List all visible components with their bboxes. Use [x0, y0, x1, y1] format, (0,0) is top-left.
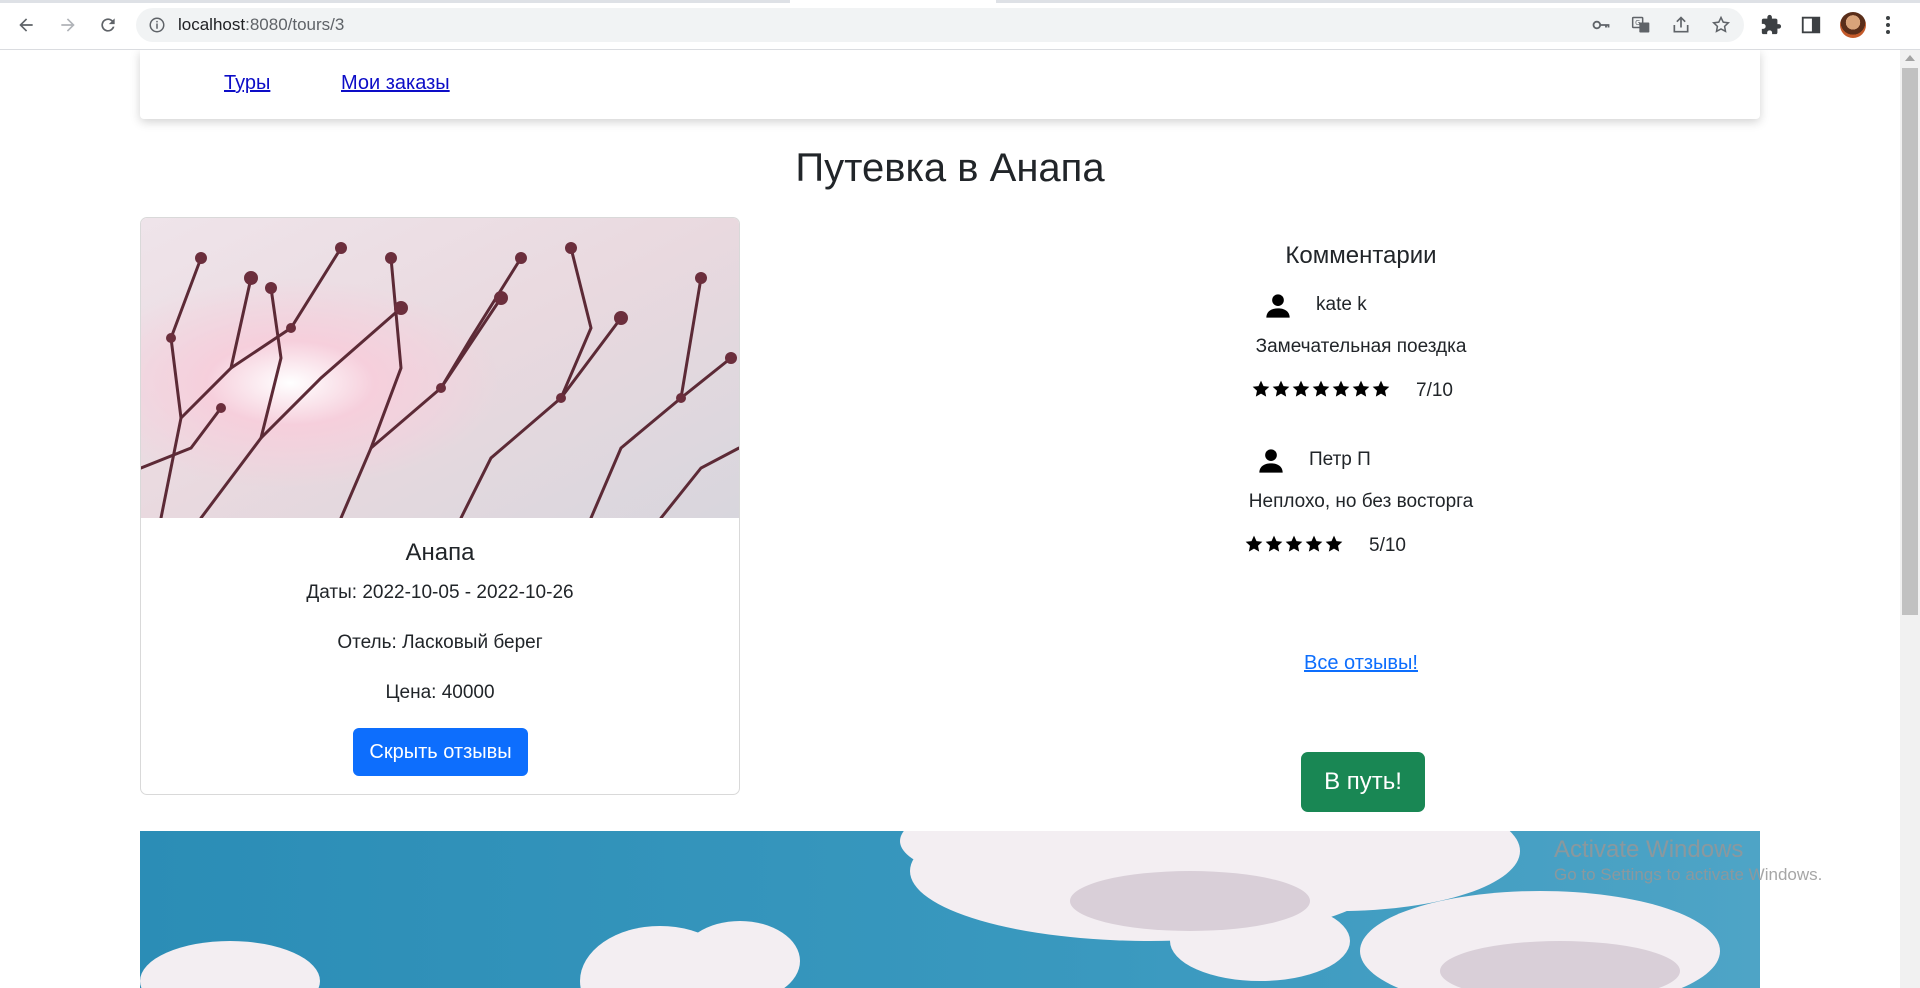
star-icon: [1312, 380, 1330, 397]
user-icon: [1259, 449, 1283, 473]
nav-link-tours[interactable]: Туры: [224, 72, 270, 95]
watermark-subtitle: Go to Settings to activate Windows.: [1554, 865, 1823, 884]
star-icon: [1352, 380, 1370, 397]
star-icon: [1325, 535, 1343, 552]
all-reviews-link[interactable]: Все отзывы!: [1160, 652, 1562, 675]
address-bar[interactable]: localhost:8080/tours/3 G: [136, 8, 1744, 42]
user-icon: [1266, 294, 1290, 318]
more-icon[interactable]: [1882, 14, 1894, 36]
avatar[interactable]: [1840, 12, 1866, 38]
rating-stars: [1244, 533, 1344, 555]
top-navbar: Туры Мои заказы: [140, 50, 1760, 119]
tab-strip: [0, 0, 1920, 3]
tour-card: Анапа Даты: 2022-10-05 - 2022-10-26 Отел…: [140, 217, 740, 795]
star-icon: [1272, 380, 1290, 397]
side-panel-icon[interactable]: [1800, 14, 1822, 36]
tour-dates: Даты: 2022-10-05 - 2022-10-26: [306, 582, 574, 603]
book-tour-button[interactable]: В путь!: [1301, 752, 1425, 812]
url-host: localhost: [178, 15, 246, 34]
browser-toolbar: localhost:8080/tours/3 G: [0, 0, 1920, 50]
star-icon: [1265, 535, 1283, 552]
page-scrollbar[interactable]: [1900, 50, 1920, 988]
key-icon[interactable]: [1591, 15, 1611, 35]
scrollbar-thumb[interactable]: [1902, 68, 1918, 615]
star-icon: [1332, 380, 1350, 397]
star-icon: [1292, 380, 1310, 397]
svg-text:G: G: [1635, 19, 1640, 27]
comment-text: Замечательная поездка: [1255, 336, 1467, 357]
back-icon[interactable]: [12, 11, 40, 39]
url-path: :8080/tours/3: [245, 15, 345, 34]
star-icon: [1372, 380, 1390, 397]
info-icon[interactable]: [148, 16, 166, 34]
hide-reviews-button[interactable]: Скрыть отзывы: [353, 728, 528, 776]
comment-author-name: Петр П: [1309, 449, 1371, 470]
tour-price: Цена: 40000: [385, 682, 495, 703]
star-icon: [1245, 535, 1263, 552]
tour-hotel: Отель: Ласковый берег: [337, 632, 543, 653]
star-icon[interactable]: [1711, 15, 1731, 35]
tour-name: Анапа: [405, 539, 475, 566]
comment-text: Неплохо, но без восторга: [1248, 491, 1474, 512]
star-icon: [1305, 535, 1323, 552]
forward-icon[interactable]: [54, 11, 82, 39]
scroll-up-arrow-icon[interactable]: [1905, 55, 1915, 61]
comments-title: Комментарии: [1285, 242, 1437, 269]
activate-windows-watermark: Activate Windows Go to Settings to activ…: [1554, 836, 1822, 886]
rating-score: 7/10: [1416, 380, 1453, 401]
reload-icon[interactable]: [94, 11, 122, 39]
rating-score: 5/10: [1369, 535, 1406, 556]
rating-stars: [1251, 378, 1391, 400]
nav-link-my-orders[interactable]: Мои заказы: [341, 72, 450, 95]
tour-image: [141, 218, 739, 518]
comment-author-name: kate k: [1316, 294, 1367, 315]
star-icon: [1285, 535, 1303, 552]
translate-icon[interactable]: G: [1631, 15, 1651, 35]
url-text[interactable]: localhost:8080/tours/3: [178, 16, 344, 34]
star-icon: [1252, 380, 1270, 397]
share-icon[interactable]: [1671, 15, 1691, 35]
banner-image: [140, 831, 1760, 988]
watermark-title: Activate Windows: [1554, 836, 1744, 863]
page-title: Путевка в Анапа: [795, 146, 1105, 190]
extensions-icon[interactable]: [1760, 14, 1782, 36]
